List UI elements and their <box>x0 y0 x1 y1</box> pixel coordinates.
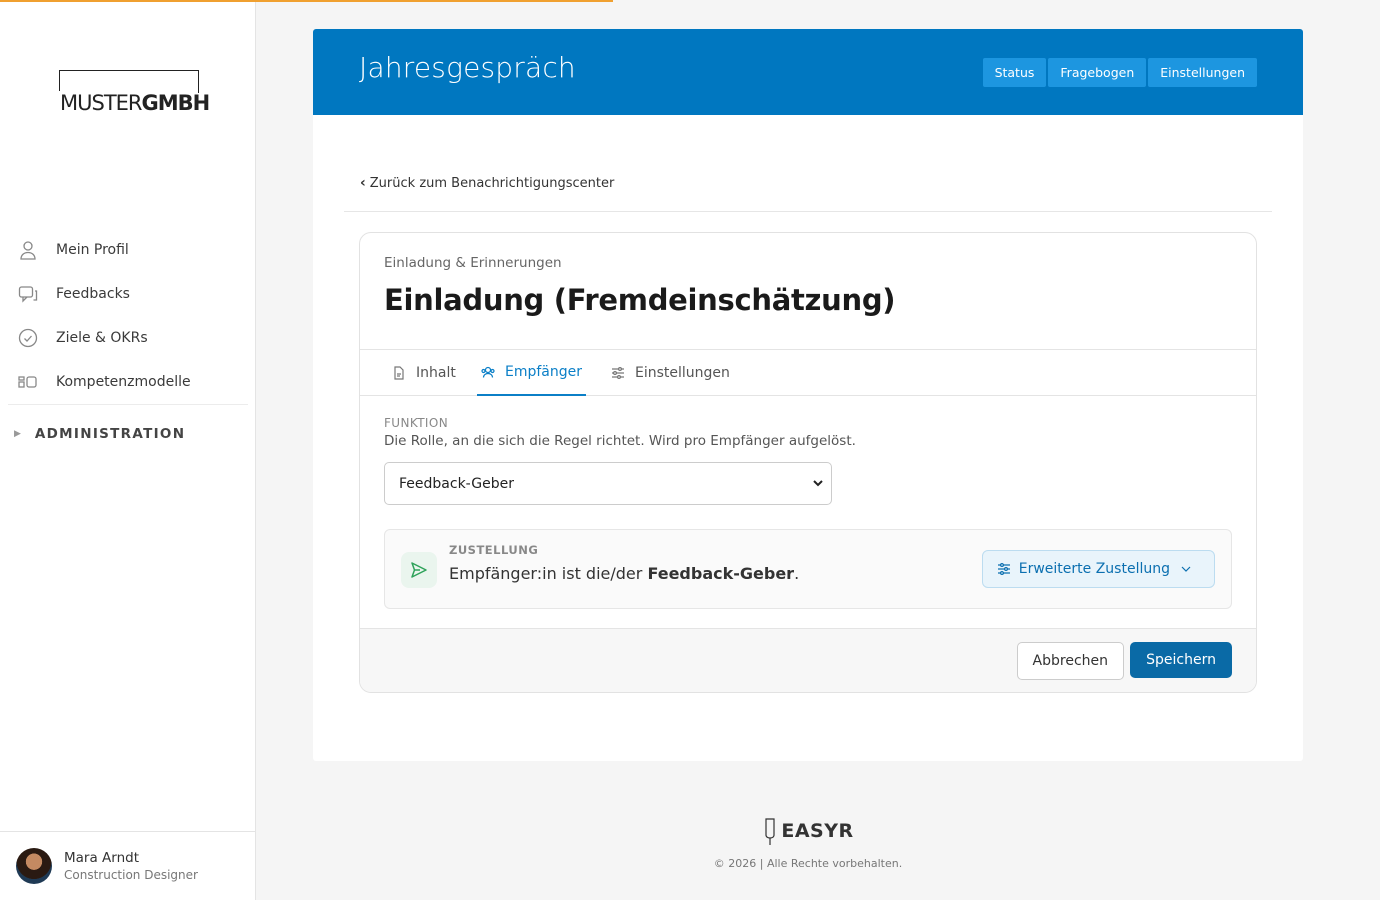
sidebar-item-mein-profil[interactable]: Mein Profil <box>8 228 248 272</box>
avatar <box>16 848 52 884</box>
chevron-down-icon <box>1181 566 1191 572</box>
user-name: Mara Arndt <box>64 850 140 866</box>
users-icon <box>481 366 495 378</box>
sidebar-item-feedbacks[interactable]: Feedbacks <box>8 272 248 316</box>
sidebar-item-ziele-okrs[interactable]: Ziele & OKRs <box>8 316 248 360</box>
function-select[interactable]: Feedback-Geber <box>384 462 832 505</box>
delivery-label: ZUSTELLUNG <box>449 543 539 557</box>
einstellungen-button[interactable]: Einstellungen <box>1148 58 1257 87</box>
send-icon <box>401 552 437 588</box>
check-circle-icon <box>18 328 38 348</box>
cancel-button[interactable]: Abbrechen <box>1016 642 1124 680</box>
sidebar-item-kompetenzmodelle[interactable]: Kompetenzmodelle <box>8 360 248 404</box>
easyr-icon <box>765 818 775 845</box>
sliders-icon <box>997 563 1010 576</box>
page-title: Jahresgespräch <box>359 51 576 84</box>
chevron-left-icon: ‹ <box>360 175 366 191</box>
save-button[interactable]: Speichern <box>1130 642 1232 678</box>
triangle-right-icon: ▶ <box>14 429 21 439</box>
user-icon <box>20 241 36 260</box>
tab-inhalt[interactable]: Inhalt <box>388 350 460 396</box>
field-help-text: Die Rolle, an die sich die Regel richtet… <box>384 433 856 449</box>
sidebar-nav: Mein Profil Feedbacks Ziele & OKRs Kompe… <box>8 228 248 463</box>
sliders-icon <box>612 367 624 380</box>
notification-panel: Einladung & Erinnerungen Einladung (Frem… <box>359 232 1257 693</box>
sidebar-item-administration[interactable]: ▶ ADMINISTRATION <box>8 405 248 463</box>
top-progress-bar <box>0 0 613 2</box>
blocks-icon <box>18 376 37 388</box>
tab-einstellungen[interactable]: Einstellungen <box>607 350 734 396</box>
back-link[interactable]: ‹ Zurück zum Benachrichtigungscenter <box>360 175 614 191</box>
sidebar: MUSTERGMBH Mein Profil Feedbacks Ziele &… <box>0 0 256 900</box>
tab-empfaenger[interactable]: Empfänger <box>477 350 587 396</box>
tab-bar: Inhalt Empfänger Einstellungen <box>360 349 1256 396</box>
fragebogen-button[interactable]: Fragebogen <box>1048 58 1147 87</box>
page-header: Jahresgespräch Status Fragebogen Einstel… <box>313 29 1303 115</box>
easyr-logo: EASYR <box>762 815 853 847</box>
main-card: Jahresgespräch Status Fragebogen Einstel… <box>313 29 1303 761</box>
delivery-box: ZUSTELLUNG Empfänger:in ist die/der Feed… <box>384 529 1232 609</box>
advanced-delivery-button[interactable]: Erweiterte Zustellung <box>981 550 1215 588</box>
user-role: Construction Designer <box>64 868 198 882</box>
panel-footer: Abbrechen Speichern <box>360 628 1256 692</box>
chevron-down-icon <box>813 480 823 487</box>
status-button[interactable]: Status <box>982 58 1047 87</box>
panel-subtitle: Einladung & Erinnerungen <box>384 255 562 271</box>
user-profile[interactable]: Mara Arndt Construction Designer <box>0 831 255 900</box>
panel-title: Einladung (Fremdeinschätzung) <box>384 283 896 317</box>
page-footer: EASYR © 2026 | Alle Rechte vorbehalten. <box>313 815 1303 870</box>
delivery-text: Empfänger:in ist die/der Feedback-Geber. <box>449 564 800 583</box>
document-icon <box>394 366 404 380</box>
company-logo[interactable]: MUSTERGMBH <box>59 70 214 114</box>
copyright-text: © 2026 | Alle Rechte vorbehalten. <box>713 857 903 870</box>
field-label: FUNKTION <box>384 416 449 430</box>
chat-icon <box>18 286 38 303</box>
